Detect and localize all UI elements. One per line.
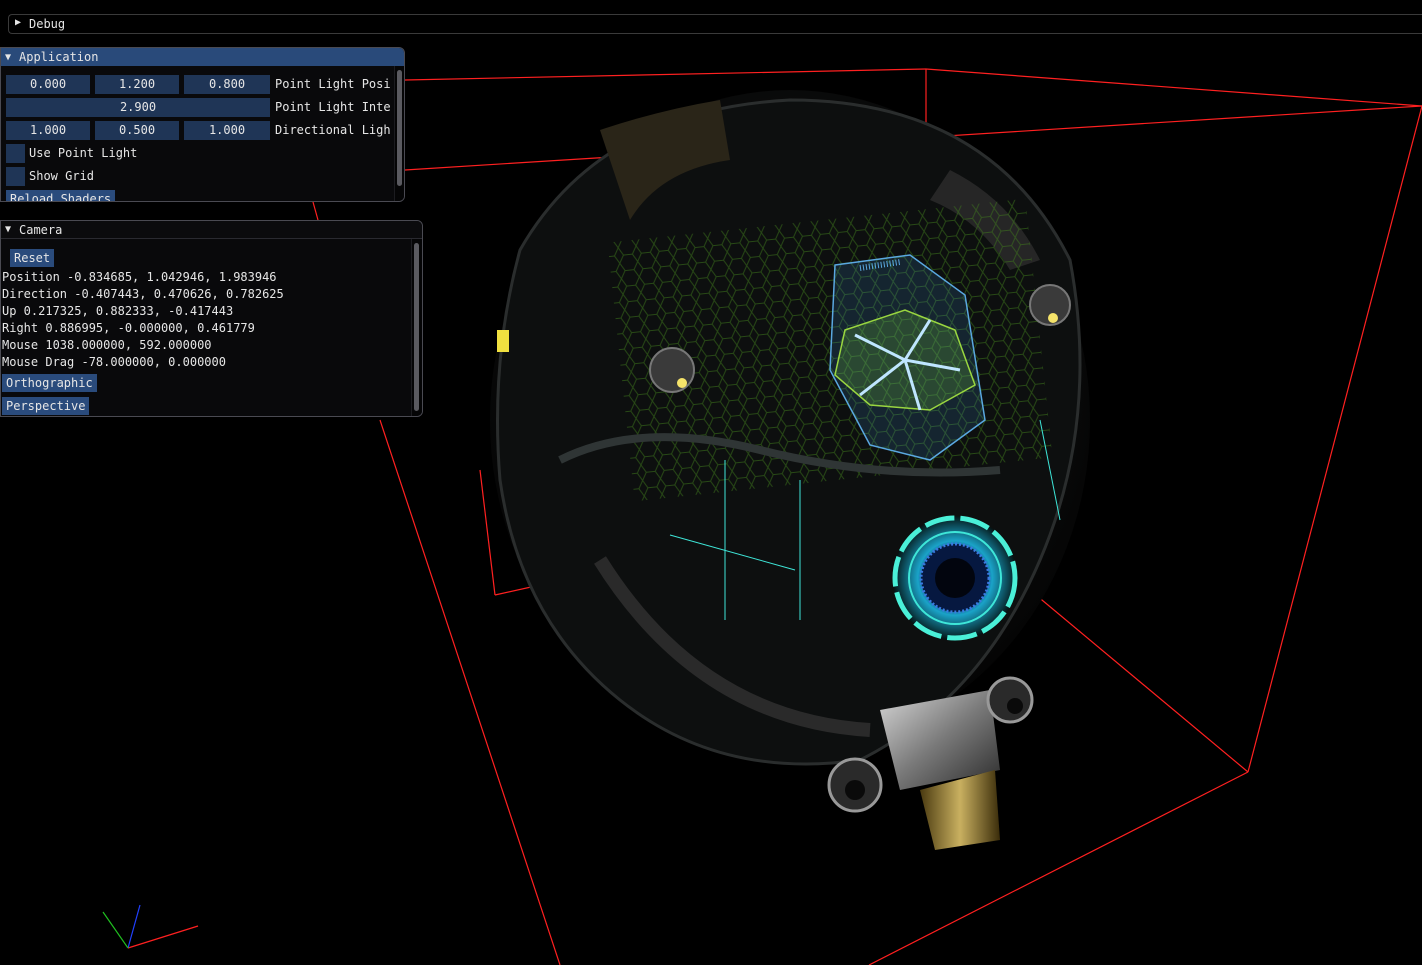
- camera-scrollbar[interactable]: [411, 239, 422, 416]
- camera-position: Position -0.834685, 1.042946, 1.983946: [2, 270, 277, 284]
- directional-light-row: 1.000 0.500 1.000 Directional Ligh: [6, 121, 391, 140]
- debug-title: Debug: [29, 17, 66, 31]
- camera-title-bar[interactable]: ▼ Camera: [1, 221, 422, 239]
- camera-scrollbar-thumb[interactable]: [414, 243, 419, 411]
- camera-mouse: Mouse 1038.000000, 592.000000: [2, 338, 212, 352]
- show-grid-checkbox[interactable]: [6, 167, 25, 186]
- collapse-arrow-icon[interactable]: ▼: [5, 52, 19, 63]
- point-light-position-y[interactable]: 1.200: [95, 75, 179, 94]
- camera-direction: Direction -0.407443, 0.470626, 0.782625: [2, 287, 284, 301]
- use-point-light-checkbox[interactable]: [6, 144, 25, 163]
- reload-shaders-button[interactable]: Reload Shaders: [6, 190, 116, 201]
- directional-light-z[interactable]: 1.000: [184, 121, 270, 140]
- point-light-position-label: Point Light Posi: [275, 77, 391, 91]
- directional-light-label: Directional Ligh: [275, 123, 391, 137]
- show-grid-label: Show Grid: [29, 169, 95, 183]
- directional-light-x[interactable]: 1.000: [6, 121, 90, 140]
- helmet-model: [490, 90, 1090, 766]
- axis-gizmo: [102, 904, 199, 949]
- reset-button[interactable]: Reset: [10, 249, 55, 267]
- perspective-button[interactable]: Perspective: [2, 397, 90, 415]
- use-point-light-label: Use Point Light: [29, 146, 138, 160]
- application-scrollbar[interactable]: [394, 66, 404, 201]
- camera-window: ▼ Camera Reset Position -0.834685, 1.042…: [0, 220, 423, 417]
- point-light-position-z[interactable]: 0.800: [184, 75, 270, 94]
- point-light-intensity-slider[interactable]: 2.900: [6, 98, 270, 117]
- debug-window-header[interactable]: ▶ Debug: [8, 14, 1422, 34]
- use-point-light-row: Use Point Light: [6, 144, 306, 163]
- collapse-arrow-icon[interactable]: ▶: [15, 17, 21, 28]
- collapse-arrow-icon[interactable]: ▼: [5, 224, 19, 235]
- orthographic-button[interactable]: Orthographic: [2, 374, 97, 392]
- point-light-position-row: 0.000 1.200 0.800 Point Light Posi: [6, 75, 391, 94]
- camera-up: Up 0.217325, 0.882333, -0.417443: [2, 304, 234, 318]
- application-window: ▼ Application 0.000 1.200 0.800 Point Li…: [0, 47, 405, 202]
- application-title-bar[interactable]: ▼ Application: [1, 48, 404, 66]
- directional-light-y[interactable]: 0.500: [95, 121, 179, 140]
- point-light-intensity-label: Point Light Inte: [275, 100, 391, 114]
- point-light-position-x[interactable]: 0.000: [6, 75, 90, 94]
- camera-title: Camera: [19, 222, 63, 237]
- application-scrollbar-thumb[interactable]: [397, 70, 402, 186]
- application-title: Application: [19, 50, 99, 64]
- show-grid-row: Show Grid: [6, 167, 306, 186]
- camera-mouse-drag: Mouse Drag -78.000000, 0.000000: [2, 355, 226, 369]
- camera-right: Right 0.886995, -0.000000, 0.461779: [2, 321, 255, 335]
- point-light-intensity-row: 2.900 Point Light Inte: [6, 98, 391, 117]
